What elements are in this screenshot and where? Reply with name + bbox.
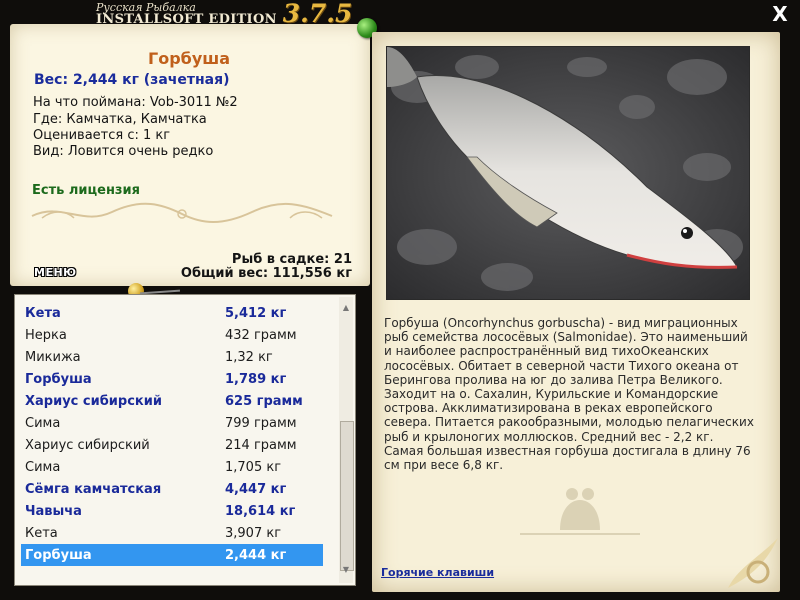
catch-list-row[interactable]: Кета 5,412 кг bbox=[21, 302, 323, 324]
license-status: Есть лицензия bbox=[32, 183, 140, 198]
catch-fish-weight: 5,412 кг bbox=[225, 305, 287, 321]
fish-weight: Вес: 2,444 кг (зачетная) bbox=[34, 72, 230, 88]
rated-from-line: Оценивается с: 1 кг bbox=[33, 128, 171, 143]
catch-list-row[interactable]: Горбуша 2,444 кг bbox=[21, 544, 323, 566]
catch-fish-name: Сёмга камчатская bbox=[25, 481, 162, 497]
catch-fish-name: Хариус сибирский bbox=[25, 393, 162, 409]
catch-list[interactable]: Кета 5,412 кг Нерка 432 грамм Микижа 1,32 кг Г… bbox=[14, 294, 356, 586]
catch-list-row[interactable]: Сёмга камчатская 4,447 кг bbox=[21, 478, 323, 500]
hotkeys-link[interactable]: Горячие клавиши bbox=[381, 566, 494, 579]
catch-list-row[interactable]: Чавыча 18,614 кг bbox=[21, 500, 323, 522]
list-scrollbar[interactable]: ▲ ▼ bbox=[339, 297, 354, 583]
catch-fish-weight: 625 грамм bbox=[225, 393, 303, 409]
version-label: 3.7.5 bbox=[282, 0, 353, 28]
catch-list-row[interactable]: Сима 1,705 кг bbox=[21, 456, 323, 478]
scroll-thumb[interactable] bbox=[340, 421, 354, 571]
menu-button[interactable]: МЕНЮ bbox=[34, 266, 77, 279]
logo-text: Русская Рыбалка INSTALLSOFT EDITION bbox=[96, 2, 277, 26]
catch-list-row[interactable]: Хариус сибирский 625 грамм bbox=[21, 390, 323, 412]
catch-fish-name: Сима bbox=[25, 459, 61, 475]
catch-fish-weight: 799 грамм bbox=[225, 415, 297, 431]
catch-list-row[interactable]: Кета 3,907 кг bbox=[21, 522, 323, 544]
catch-fish-weight: 2,444 кг bbox=[225, 547, 287, 563]
catch-fish-name: Хариус сибирский bbox=[25, 437, 150, 453]
ornament-divider bbox=[31, 202, 333, 223]
bait-line: На что поймана: Vob-3011 №2 bbox=[33, 95, 238, 110]
catch-fish-weight: 18,614 кг bbox=[225, 503, 296, 519]
scroll-down-icon[interactable]: ▼ bbox=[339, 563, 353, 577]
catch-list-row[interactable]: Нерка 432 грамм bbox=[21, 324, 323, 346]
app-logo: Русская Рыбалка INSTALLSOFT EDITION 3.7.… bbox=[96, 0, 353, 28]
scroll-up-icon[interactable]: ▲ bbox=[339, 301, 353, 315]
catch-fish-name: Чавыча bbox=[25, 503, 82, 519]
catch-fish-weight: 432 грамм bbox=[225, 327, 297, 343]
location-line: Где: Камчатка, Камчатка bbox=[33, 112, 207, 127]
catch-fish-weight: 4,447 кг bbox=[225, 481, 287, 497]
catch-fish-name: Микижа bbox=[25, 349, 81, 365]
page-curl-ornament bbox=[728, 538, 778, 588]
catch-fish-weight: 214 грамм bbox=[225, 437, 297, 453]
fisherman-watermark-icon bbox=[520, 488, 640, 535]
rarity-line: Вид: Ловится очень редко bbox=[33, 144, 214, 159]
catch-fish-name: Горбуша bbox=[25, 547, 92, 563]
catch-fish-weight: 1,32 кг bbox=[225, 349, 273, 365]
fish-illustration bbox=[387, 47, 749, 299]
keepnet-count: Рыб в садке: 21 bbox=[231, 252, 352, 267]
catch-fish-name: Нерка bbox=[25, 327, 67, 343]
catch-fish-name: Горбуша bbox=[25, 371, 92, 387]
catch-list-row[interactable]: Микижа 1,32 кг bbox=[21, 346, 323, 368]
close-button[interactable]: X bbox=[770, 4, 790, 24]
catch-fish-name: Сима bbox=[25, 415, 61, 431]
catch-list-row[interactable]: Горбуша 1,789 кг bbox=[21, 368, 323, 390]
catch-fish-name: Кета bbox=[25, 525, 58, 541]
catch-fish-weight: 3,907 кг bbox=[225, 525, 282, 541]
catch-fish-weight: 1,705 кг bbox=[225, 459, 282, 475]
catch-list-row[interactable]: Хариус сибирский 214 грамм bbox=[21, 434, 323, 456]
keepnet-total-weight: Общий вес: 111,556 кг bbox=[180, 266, 352, 281]
fish-photo bbox=[386, 46, 750, 300]
fish-description: Горбуша (Oncorhynchus gorbuscha) - вид м… bbox=[384, 316, 754, 473]
fish-name-title: Горбуша bbox=[148, 49, 231, 68]
catch-fish-name: Кета bbox=[25, 305, 61, 321]
catch-list-row[interactable]: Сима 799 грамм bbox=[21, 412, 323, 434]
catch-fish-weight: 1,789 кг bbox=[225, 371, 287, 387]
